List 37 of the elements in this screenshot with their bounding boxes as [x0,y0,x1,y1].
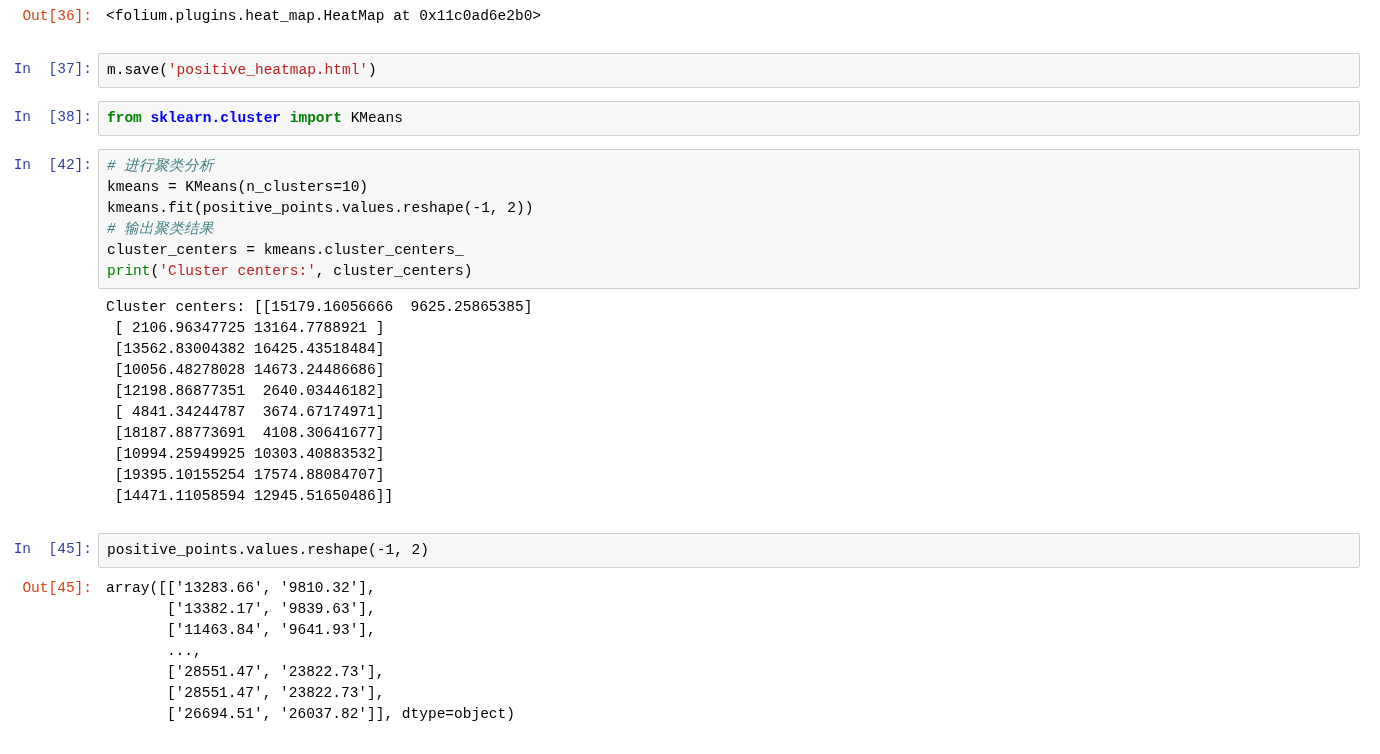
code-line: ['11463.84', '9641.93'], [165,621,377,640]
code-line: [13562.83004382 16425.43518484] [113,340,386,359]
cell-prompt: In [38]: [12,108,93,127]
code-input-cell[interactable]: from sklearn.cluster import KMeans [98,101,1360,136]
cell-prompt: In [45]: [12,540,93,559]
cell-prompt: Out[36]: [21,7,93,26]
code-line: kmeans.fit(positive_points.values.reshape(-1, 2)) [107,199,535,218]
code-input-cell[interactable]: # 进行聚类分析 kmeans = KMeans(n_clusters=10) kmeans.fit(positive_points.values.reshape(-1, 2)) # 输出聚类结果 cluster_centers = kmeans.cluster_centers_ print('Cluster centers:', cluster_centers) [98,149,1360,289]
code-input-cell[interactable]: positive_points.values.reshape(-1, 2) [98,533,1360,568]
code-line: # 输出聚类结果 [107,220,216,239]
code-input-cell[interactable]: m.save('positive_heatmap.html') [98,53,1360,88]
code-line: <folium.plugins.heat_map.HeatMap at 0x11c0ad6e2b0> [106,7,543,26]
code-line: ..., [165,642,203,661]
code-line: positive_points.values.reshape(-1, 2) [107,541,430,560]
code-line: from sklearn.cluster import KMeans [107,109,404,128]
code-line: ['13382.17', '9839.63'], [165,600,377,619]
code-line: [19395.10155254 17574.88084707] [113,466,386,485]
code-line: kmeans = KMeans(n_clusters=10) [107,178,370,197]
code-line: ['28551.47', '23822.73'], [165,684,386,703]
code-line: [10994.25949925 10303.40883532] [113,445,386,464]
code-line: # 进行聚类分析 [107,157,216,176]
code-line: ['26694.51', '26037.82']], dtype=object) [165,705,516,724]
cell-prompt: Out[45]: [21,579,93,598]
code-line: cluster_centers = kmeans.cluster_centers_ [107,241,465,260]
code-line: [10056.48278028 14673.24486686] [113,361,386,380]
code-line: Cluster centers: [[15179.16056666 9625.25865385] [106,298,534,317]
code-line: print('Cluster centers:', cluster_centers) [107,262,474,281]
cell-prompt: In [37]: [12,60,93,79]
code-line: [ 2106.96347725 13164.7788921 ] [113,319,386,338]
code-line: [ 4841.34244787 3674.67174971] [113,403,386,422]
code-line: [12198.86877351 2640.03446182] [113,382,386,401]
code-line: m.save('positive_heatmap.html') [107,61,378,80]
code-line: ['28551.47', '23822.73'], [165,663,386,682]
code-line: [18187.88773691 4108.30641677] [113,424,386,443]
code-line: [14471.11058594 12945.51650486]] [113,487,395,506]
cell-prompt: In [42]: [12,156,93,175]
code-line: array([['13283.66', '9810.32'], [106,579,377,598]
